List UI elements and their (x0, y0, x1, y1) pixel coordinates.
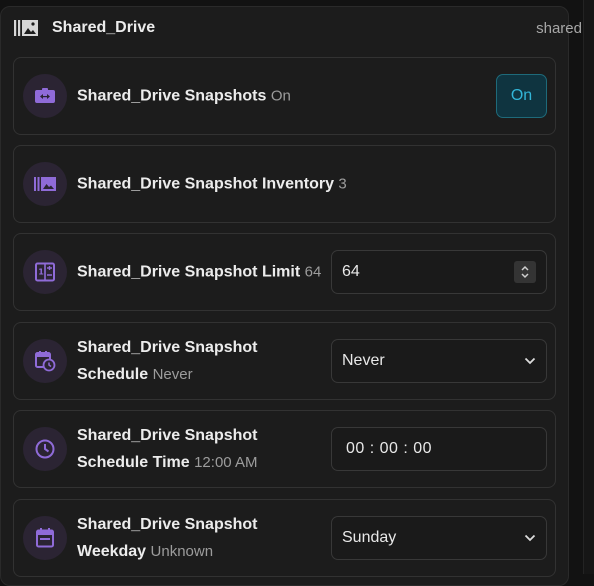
snapshots-toggle-button[interactable]: On (496, 74, 547, 118)
row-snapshot-schedule: Shared_Drive Snapshot Schedule Never Nev… (13, 322, 556, 400)
row-snapshot-inventory: Shared_Drive Snapshot Inventory 3 (13, 145, 556, 223)
row-snapshot-weekday: Shared_Drive Snapshot Weekday Unknown Su… (13, 499, 556, 577)
selected-option: Never (342, 352, 385, 369)
label-text-continued: Schedule Time (77, 454, 190, 471)
label-text: Shared_Drive Snapshot (77, 516, 258, 533)
stepper-arrows-icon (521, 265, 529, 279)
current-value: Unknown (150, 543, 214, 560)
label-text: Shared_Drive Snapshot Inventory (77, 175, 334, 193)
snapshot-limit-input[interactable]: 64 (331, 250, 547, 294)
panel-header: Shared_Drive shared (13, 17, 582, 39)
label-text-continued: Weekday (77, 543, 147, 560)
row-label: Shared_Drive Snapshot Limit 64 (77, 259, 321, 286)
panel-tag: shared (536, 19, 582, 37)
weekday-select[interactable]: Sunday (331, 516, 547, 560)
clock-icon (23, 427, 67, 471)
row-label: Shared_Drive Snapshot Schedule Time 12:0… (77, 422, 258, 476)
chevron-down-icon (524, 357, 536, 365)
current-value: On (270, 87, 291, 105)
label-text: Shared_Drive Snapshot (77, 427, 258, 444)
counter-icon: 1 (23, 250, 67, 294)
row-label: Shared_Drive Snapshot Inventory 3 (77, 171, 347, 198)
row-snapshot-limit: 1 Shared_Drive Snapshot Limit 64 64 (13, 233, 556, 311)
row-label: Shared_Drive Snapshot Weekday Unknown (77, 511, 258, 565)
label-text: Shared_Drive Snapshot (77, 339, 258, 356)
row-label: Shared_Drive Snapshot Schedule Never (77, 334, 258, 388)
calendar-clock-icon (23, 339, 67, 383)
scrollbar-track[interactable] (583, 0, 594, 574)
toggle-switch-icon (23, 74, 67, 118)
schedule-select[interactable]: Never (331, 339, 547, 383)
label-text: Shared_Drive Snapshot Limit (77, 263, 301, 281)
row-snapshot-schedule-time: Shared_Drive Snapshot Schedule Time 12:0… (13, 410, 556, 488)
row-snapshots: Shared_Drive Snapshots On On (13, 57, 556, 135)
panel-title: Shared_Drive (52, 19, 156, 36)
input-value: 64 (342, 263, 360, 280)
image-library-icon (13, 18, 39, 38)
current-value: 3 (338, 175, 347, 193)
row-label: Shared_Drive Snapshots On (77, 83, 291, 110)
label-text-continued: Schedule (77, 366, 149, 383)
calendar-icon (23, 516, 67, 560)
schedule-time-input[interactable]: 00 : 00 : 00 (331, 427, 547, 471)
image-library-icon (23, 162, 67, 206)
current-value: 64 (304, 263, 322, 281)
number-stepper[interactable] (514, 261, 536, 283)
current-value: Never (152, 366, 193, 383)
selected-option: Sunday (342, 529, 397, 546)
current-value: 12:00 AM (194, 454, 258, 471)
label-text: Shared_Drive Snapshots (77, 87, 267, 105)
svg-text:1: 1 (38, 268, 44, 277)
chevron-down-icon (524, 534, 536, 542)
